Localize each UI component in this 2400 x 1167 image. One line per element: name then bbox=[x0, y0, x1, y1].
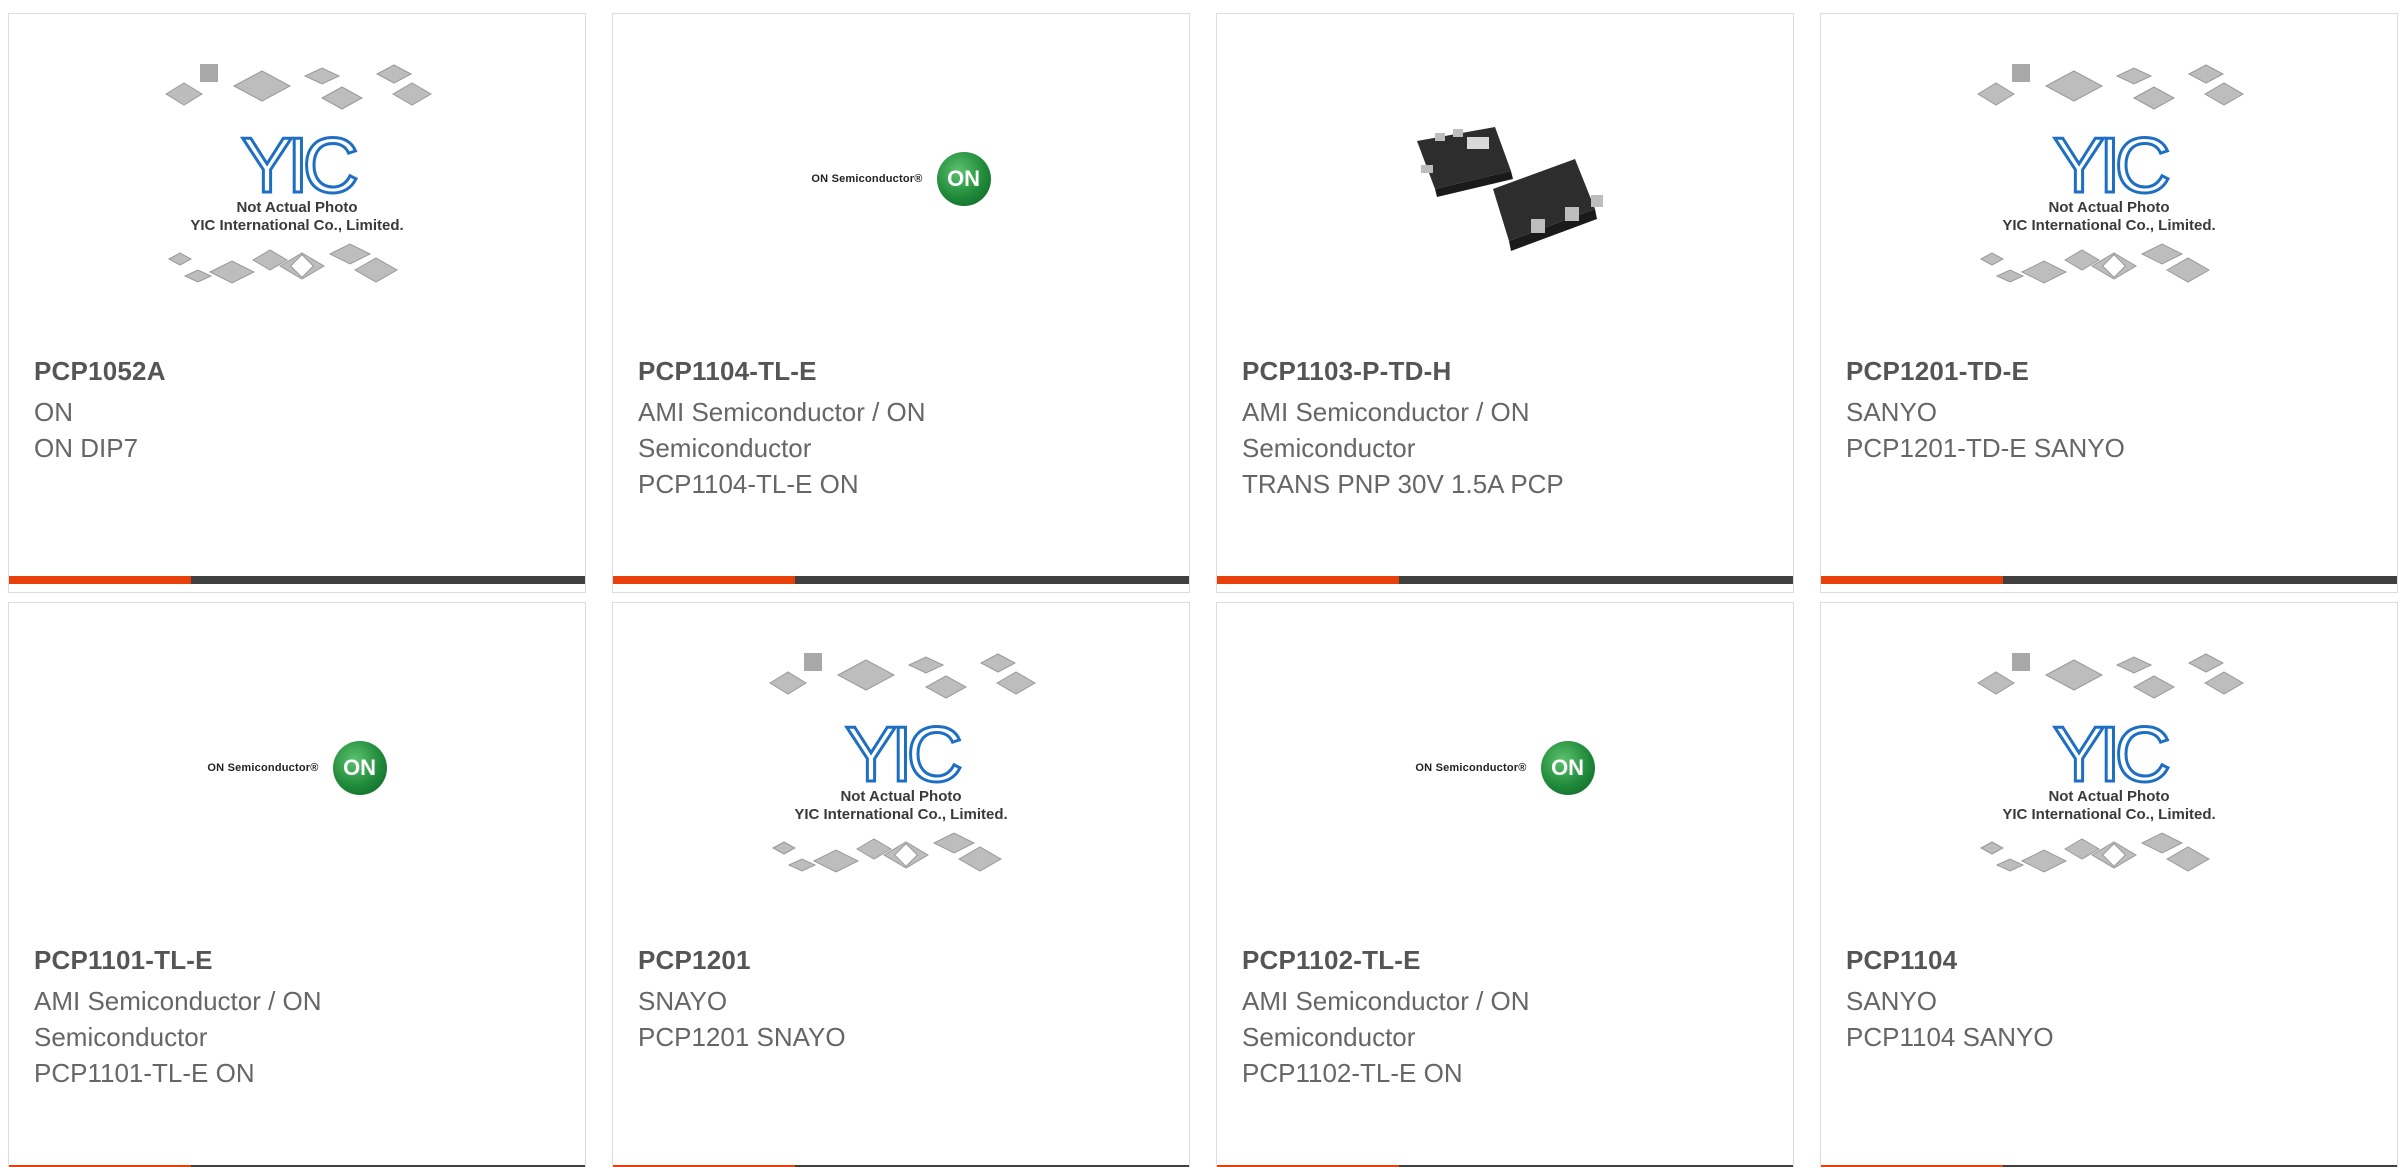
on-semiconductor-logo: ON Semiconductor® ON bbox=[1415, 741, 1595, 795]
manufacturer: SNAYO bbox=[638, 986, 728, 1016]
part-number[interactable]: PCP1101-TL-E bbox=[34, 945, 213, 976]
svg-text:YIC: YIC bbox=[241, 121, 357, 209]
description: PCP1201-TD-E SANYO bbox=[1846, 433, 2125, 463]
product-card[interactable]: PCP1103-P-TD-H AMI Semiconductor / ON Se… bbox=[1216, 13, 1794, 593]
manufacturer: ON bbox=[34, 397, 73, 427]
part-number[interactable]: PCP1052A bbox=[34, 356, 166, 387]
on-logo-text: ON Semiconductor® bbox=[1415, 762, 1527, 774]
manufacturer: AMI Semiconductor / ON Semiconductor bbox=[1242, 397, 1530, 463]
part-number[interactable]: PCP1201-TD-E bbox=[1846, 356, 2029, 387]
card-bar bbox=[613, 576, 1189, 584]
card-bar-accent bbox=[1821, 576, 2003, 584]
svg-text:Not Actual Photo: Not Actual Photo bbox=[236, 199, 357, 216]
on-logo-ball: ON bbox=[332, 741, 387, 795]
svg-text:YIC: YIC bbox=[2053, 121, 2169, 209]
description: PCP1102-TL-E ON bbox=[1242, 1058, 1463, 1088]
product-image[interactable]: ON Semiconductor® ON bbox=[613, 14, 1189, 344]
svg-text:Not Actual Photo: Not Actual Photo bbox=[2048, 788, 2169, 805]
yic-placeholder-icon: YICNot Actual PhotoYIC International Co.… bbox=[769, 653, 1036, 873]
product-image[interactable]: YIC Not Actual Photo YIC International Co.… bbox=[9, 14, 585, 344]
transistor-photo bbox=[1405, 79, 1605, 279]
product-card[interactable]: ON Semiconductor® ON PCP1104-TL-E AMI Se… bbox=[612, 13, 1190, 593]
product-grid: YIC Not Actual Photo YIC International Co.… bbox=[0, 0, 2400, 1167]
svg-text:YIC International Co., Limited: YIC International Co., Limited. bbox=[2002, 806, 2215, 823]
on-logo-text: ON Semiconductor® bbox=[207, 762, 319, 774]
manufacturer: SANYO bbox=[1846, 397, 1938, 427]
description: TRANS PNP 30V 1.5A PCP bbox=[1242, 469, 1564, 499]
svg-text:YIC International Co., Limited: YIC International Co., Limited. bbox=[2002, 217, 2215, 234]
product-card[interactable]: YIC Not Actual Photo YIC International Co.… bbox=[1820, 13, 2398, 593]
yic-placeholder-icon: YICNot Actual PhotoYIC International Co.… bbox=[1977, 64, 2244, 284]
svg-text:YIC International Co., Limited: YIC International Co., Limited. bbox=[190, 217, 403, 234]
product-card[interactable]: YIC Not Actual Photo YIC International Co.… bbox=[612, 602, 1190, 1167]
product-image[interactable]: YIC Not Actual Photo YIC International Co.… bbox=[613, 603, 1189, 933]
card-bar-accent bbox=[9, 576, 191, 584]
on-logo-ball: ON bbox=[1540, 741, 1595, 795]
card-bar bbox=[9, 576, 585, 584]
product-image[interactable]: ON Semiconductor® ON bbox=[9, 603, 585, 933]
manufacturer: AMI Semiconductor / ON Semiconductor bbox=[638, 397, 926, 463]
product-card[interactable]: YIC Not Actual Photo YIC International Co.… bbox=[8, 13, 586, 593]
manufacturer: SANYO bbox=[1846, 986, 1938, 1016]
on-semiconductor-logo: ON Semiconductor® ON bbox=[207, 741, 387, 795]
product-card[interactable]: ON Semiconductor® ON PCP1102-TL-E AMI Se… bbox=[1216, 602, 1794, 1167]
product-image[interactable]: YIC Not Actual Photo YIC International Co.… bbox=[1821, 603, 2397, 933]
product-image[interactable] bbox=[1217, 14, 1793, 344]
part-number[interactable]: PCP1104-TL-E bbox=[638, 356, 817, 387]
svg-text:YIC: YIC bbox=[2053, 710, 2169, 798]
product-image[interactable]: ON Semiconductor® ON bbox=[1217, 603, 1793, 933]
on-logo-ball: ON bbox=[936, 152, 991, 206]
part-number[interactable]: PCP1201 bbox=[638, 945, 751, 976]
svg-text:Not Actual Photo: Not Actual Photo bbox=[840, 788, 961, 805]
card-bar-accent bbox=[613, 576, 795, 584]
card-bar-accent bbox=[1217, 576, 1399, 584]
description: PCP1201 SNAYO bbox=[638, 1022, 846, 1052]
part-number[interactable]: PCP1104 bbox=[1846, 945, 1957, 976]
svg-text:Not Actual Photo: Not Actual Photo bbox=[2048, 199, 2169, 216]
part-number[interactable]: PCP1102-TL-E bbox=[1242, 945, 1421, 976]
description: ON DIP7 bbox=[34, 433, 139, 463]
product-card[interactable]: ON Semiconductor® ON PCP1101-TL-E AMI Se… bbox=[8, 602, 586, 1167]
on-logo-text: ON Semiconductor® bbox=[811, 173, 923, 185]
svg-text:YIC International Co., Limited: YIC International Co., Limited. bbox=[794, 806, 1007, 823]
card-bar bbox=[1821, 576, 2397, 584]
manufacturer: AMI Semiconductor / ON Semiconductor bbox=[1242, 986, 1530, 1052]
description: PCP1101-TL-E ON bbox=[34, 1058, 255, 1088]
yic-placeholder-icon: YICNot Actual PhotoYIC International Co.… bbox=[1977, 653, 2244, 873]
manufacturer: AMI Semiconductor / ON Semiconductor bbox=[34, 986, 322, 1052]
product-card[interactable]: YIC Not Actual Photo YIC International Co.… bbox=[1820, 602, 2398, 1167]
part-number[interactable]: PCP1103-P-TD-H bbox=[1242, 356, 1451, 387]
yic-placeholder-icon: YICNot Actual PhotoYIC International Co.… bbox=[165, 64, 432, 284]
card-bar bbox=[1217, 576, 1793, 584]
product-image[interactable]: YIC Not Actual Photo YIC International Co.… bbox=[1821, 14, 2397, 344]
description: PCP1104-TL-E ON bbox=[638, 469, 859, 499]
description: PCP1104 SANYO bbox=[1846, 1022, 2054, 1052]
on-semiconductor-logo: ON Semiconductor® ON bbox=[811, 152, 991, 206]
svg-text:YIC: YIC bbox=[845, 710, 961, 798]
